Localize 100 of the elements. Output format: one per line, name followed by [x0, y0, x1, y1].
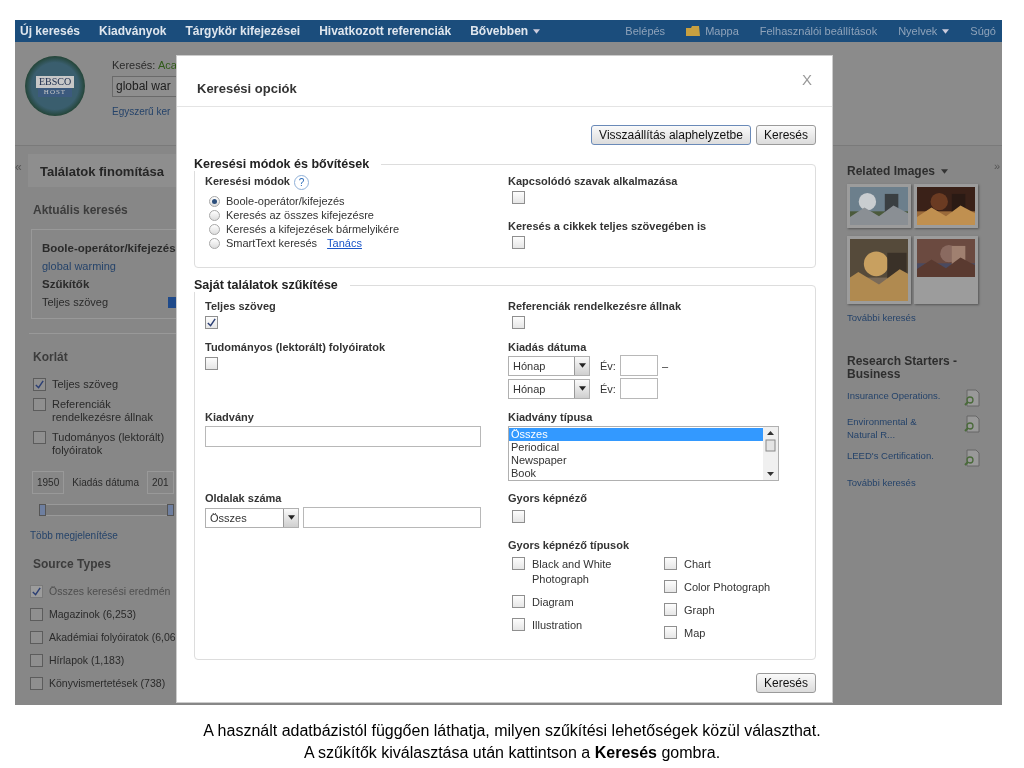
more-link[interactable]: További keresés — [847, 312, 1002, 323]
checkbox[interactable] — [30, 654, 43, 667]
section-heading: Related Images — [847, 164, 936, 178]
pages-select[interactable]: Összes — [205, 507, 299, 528]
basic-search-link[interactable]: Egyszerű ker — [112, 106, 177, 117]
date-range-slider[interactable] — [39, 504, 174, 516]
publication-field[interactable] — [205, 426, 481, 447]
query-link[interactable]: global warming — [42, 260, 176, 272]
search-field[interactable]: global war — [112, 76, 176, 97]
article-link[interactable]: Insurance Operations. — [847, 389, 947, 402]
list-option[interactable]: Book — [509, 467, 763, 480]
checkbox-label: Akadémiai folyóiratok (6,06 — [49, 631, 175, 644]
panel-title: Találatok finomítása — [28, 154, 176, 187]
list-option[interactable]: Periodical — [509, 441, 763, 454]
checkbox-label: Hírlapok (1,183) — [49, 654, 126, 667]
caret-icon — [942, 28, 950, 34]
checkbox[interactable] — [512, 618, 525, 631]
field-label: Keresési módok — [205, 175, 290, 188]
pages-field[interactable] — [303, 507, 481, 528]
checkbox-label: Color Photograph — [684, 580, 772, 595]
nav-link[interactable]: Felhasználói beállítások — [759, 25, 878, 37]
range-dash: – — [661, 359, 669, 372]
more-link[interactable]: További keresés — [847, 477, 1002, 488]
field-label: Oldalak száma — [205, 492, 283, 504]
field-label: Kiadvány — [205, 411, 255, 423]
field-label: Kapcsolódó szavak alkalmazása — [508, 175, 679, 187]
year-field[interactable]: 1950 — [32, 471, 65, 494]
caption-text: A szűkítők kiválasztása után kattintson a Keresés gombra. — [302, 743, 722, 763]
search-mode: Boole-operátor/kifejezés — [42, 242, 176, 254]
checkbox[interactable] — [664, 626, 677, 639]
checkbox[interactable] — [30, 608, 43, 621]
scrollbar[interactable] — [763, 427, 778, 480]
radio-label: Boole-operátor/kifejezés — [226, 195, 345, 207]
show-more-link[interactable]: Több megjelenítése — [30, 530, 176, 541]
radio-label: SmartText keresés — [226, 237, 318, 249]
checkbox[interactable] — [664, 557, 677, 570]
year-field[interactable] — [619, 355, 658, 376]
list-option[interactable]: Összes — [509, 428, 763, 441]
article-link[interactable]: Environmental & Natural R... — [847, 415, 947, 441]
search-button[interactable]: Keresés — [755, 673, 816, 693]
checkbox[interactable] — [33, 398, 46, 411]
radio-button[interactable] — [209, 237, 220, 249]
radio-label: Keresés a kifejezések bármelyikére — [226, 223, 400, 235]
field-label: Teljes szöveg — [205, 300, 277, 312]
section-legend: Saját találatok szűkítése — [194, 278, 350, 292]
search-button[interactable]: Keresés — [755, 125, 816, 145]
checkbox[interactable] — [30, 677, 43, 690]
checkbox[interactable] — [33, 378, 46, 391]
publication-type-list[interactable]: Összes Periodical Newspaper Book — [508, 426, 779, 481]
close-button[interactable]: X — [802, 70, 812, 88]
section-heading: Research Starters - Business — [847, 355, 959, 381]
nav-link[interactable]: Kiadványok — [99, 24, 167, 38]
field-label: Keresés a cikkek teljes szövegében is — [508, 220, 708, 232]
nav-link[interactable]: Új keresés — [20, 24, 81, 38]
reset-button[interactable]: Visszaállítás alaphelyzetbe — [591, 125, 751, 145]
nav-link[interactable]: Mappa — [686, 25, 739, 37]
year-field[interactable]: 201 — [146, 471, 174, 494]
nav-link[interactable]: Hivatkozott referenciák — [319, 24, 452, 38]
caret-icon — [533, 28, 541, 34]
nav-link[interactable]: Belépés — [625, 25, 666, 37]
limiter-label: Teljes szöveg — [42, 296, 109, 308]
field-label: Referenciák rendelkezésre állnak — [508, 300, 683, 312]
checkbox[interactable] — [512, 316, 525, 329]
document-search-icon[interactable] — [963, 389, 981, 407]
checkbox[interactable] — [205, 357, 218, 370]
checkbox[interactable] — [30, 631, 43, 644]
checkbox[interactable] — [512, 595, 525, 608]
checkbox[interactable] — [664, 603, 677, 616]
year-label: Év: — [600, 382, 616, 395]
year-field[interactable] — [619, 378, 658, 399]
radio-button[interactable] — [209, 223, 220, 235]
checkbox[interactable] — [205, 316, 218, 329]
nav-link[interactable]: Súgó — [970, 25, 996, 37]
nav-link[interactable]: Nyelvek — [898, 25, 950, 37]
document-search-icon[interactable] — [963, 415, 981, 433]
month-select[interactable]: Hónap — [508, 355, 590, 376]
checkbox[interactable] — [33, 431, 46, 444]
article-link[interactable]: LEED's Certification. — [847, 449, 947, 462]
section-heading: Aktuális keresés — [33, 203, 129, 217]
checkbox[interactable] — [512, 510, 525, 523]
document-search-icon[interactable] — [963, 449, 981, 467]
nav-link[interactable]: Tárgykör kifejezései — [185, 24, 301, 38]
radio-button[interactable] — [209, 195, 220, 207]
field-label: Tudományos (lektorált) folyóiratok — [205, 341, 387, 353]
year-label: Év: — [600, 359, 616, 372]
checkbox-label: Map — [684, 626, 707, 641]
date-label: Kiadás dátuma — [72, 477, 139, 488]
checkbox[interactable] — [512, 191, 525, 204]
month-select[interactable]: Hónap — [508, 378, 590, 399]
radio-button[interactable] — [209, 209, 220, 221]
checkbox[interactable] — [512, 236, 525, 249]
nav-link[interactable]: Bővebben — [470, 24, 541, 38]
checkbox[interactable] — [664, 580, 677, 593]
checkbox-label: Graph — [684, 603, 716, 618]
tip-link[interactable]: Tanács — [327, 237, 362, 249]
list-option[interactable]: Newspaper — [509, 454, 763, 467]
section-heading: Korlát — [33, 350, 69, 364]
checkbox-label: Referenciák rendelkezésre állnak — [52, 398, 154, 424]
checkbox[interactable] — [512, 557, 525, 570]
field-label: Gyors képnéző — [508, 492, 588, 504]
